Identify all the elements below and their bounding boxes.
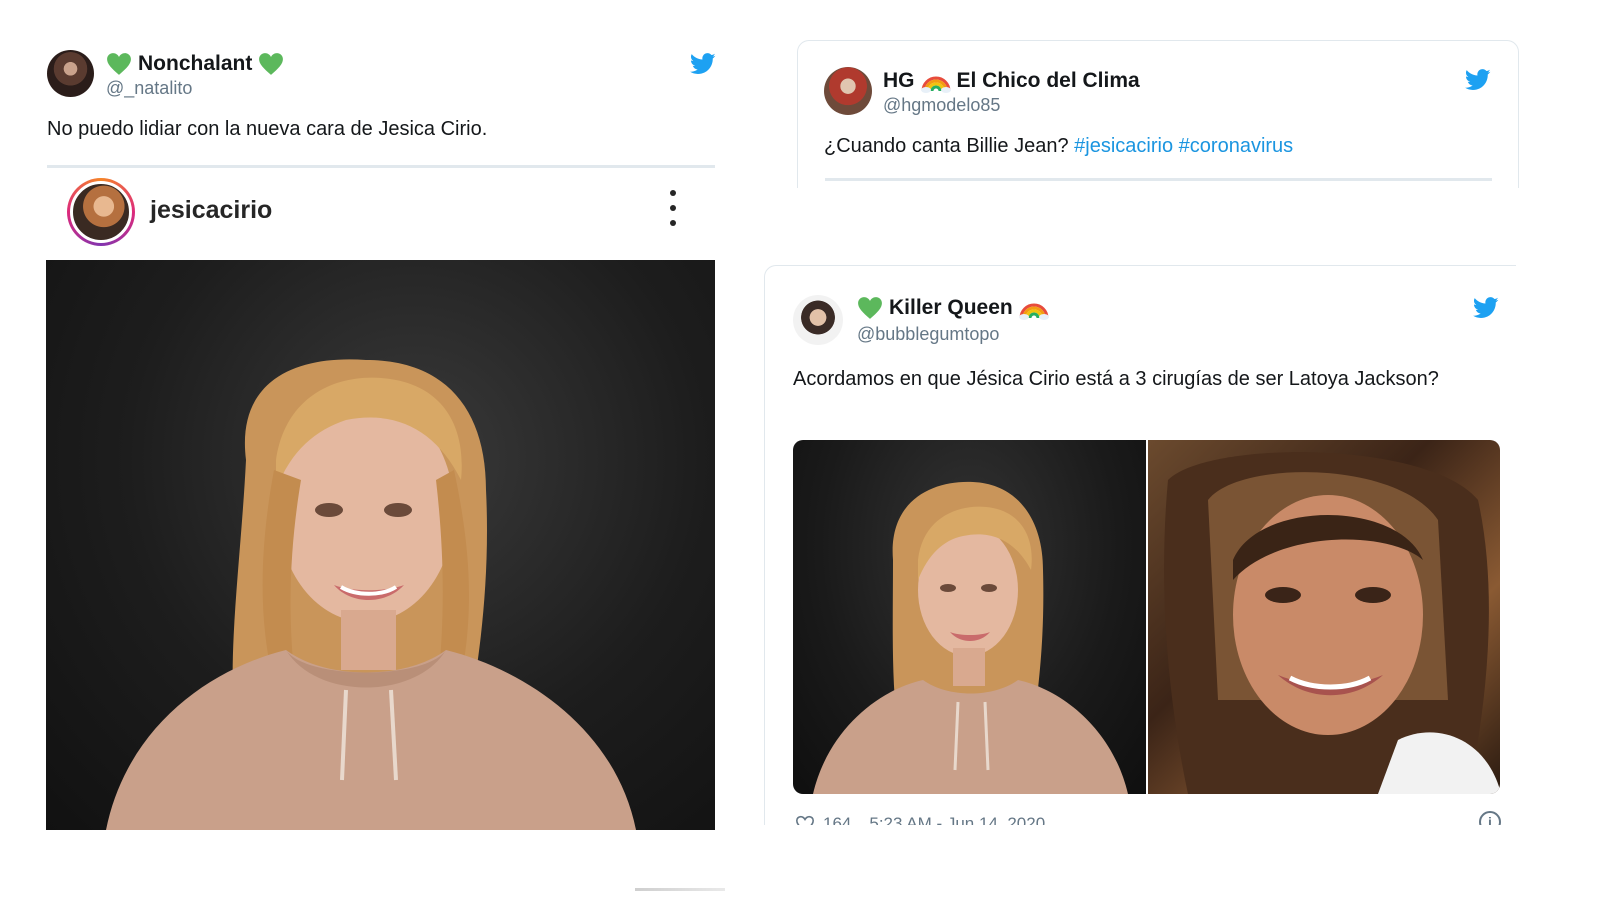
display-name: Killer Queen xyxy=(889,296,1013,319)
tweet-killer-queen: Killer Queen @bubblegumtopo Acordamos en… xyxy=(764,265,1516,825)
user-handle[interactable]: @bubblegumtopo xyxy=(857,324,999,345)
display-name-line[interactable]: Killer Queen xyxy=(857,296,1049,320)
tweet-photo[interactable] xyxy=(793,440,1146,794)
hashtag-link[interactable]: #jesicacirio xyxy=(1074,135,1173,157)
image-fragment xyxy=(635,888,725,891)
tweet-timestamp[interactable]: 5:23 AM - Jun 14, 2020 xyxy=(869,814,1045,825)
like-heart-icon[interactable] xyxy=(795,815,815,825)
instagram-username[interactable]: jesicacirio xyxy=(150,196,272,225)
tweet-footer: 164 5:23 AM - Jun 14, 2020 i xyxy=(795,809,1501,825)
instagram-avatar[interactable] xyxy=(67,178,135,246)
divider xyxy=(47,165,715,168)
tweet-text: ¿Cuando canta Billie Jean? #jesicacirio … xyxy=(824,131,1504,162)
tweet-hg: HG El Chico del Clima @hgmodelo85 ¿Cuand… xyxy=(797,40,1519,188)
user-avatar[interactable] xyxy=(47,50,94,97)
display-name: Nonchalant xyxy=(138,52,253,75)
hashtag-link[interactable]: #coronavirus xyxy=(1179,135,1294,157)
like-count[interactable]: 164 xyxy=(823,814,851,825)
tweet-photo[interactable] xyxy=(1147,440,1500,794)
tweet-photo-grid xyxy=(793,440,1500,794)
embedded-photo[interactable] xyxy=(46,260,715,830)
instagram-post-header: jesicacirio xyxy=(47,170,715,258)
user-avatar[interactable] xyxy=(824,67,872,115)
display-name-prefix: HG xyxy=(883,69,915,92)
woman-portrait-illustration xyxy=(813,481,1128,794)
green-heart-emoji xyxy=(259,53,284,75)
tweet-text-main: ¿Cuando canta Billie Jean? xyxy=(824,135,1069,157)
user-handle[interactable]: @_natalito xyxy=(106,78,192,99)
green-heart-emoji xyxy=(858,297,882,319)
tweet-text: No puedo lidiar con la nueva cara de Jes… xyxy=(47,118,488,140)
info-icon[interactable]: i xyxy=(1479,811,1501,825)
twitter-bird-icon[interactable] xyxy=(690,53,716,75)
divider xyxy=(825,178,1492,181)
woman-portrait-illustration xyxy=(106,359,636,830)
rainbow-emoji xyxy=(920,76,951,93)
green-heart-emoji xyxy=(107,53,131,75)
display-name: El Chico del Clima xyxy=(956,69,1140,92)
twitter-bird-icon[interactable] xyxy=(1473,297,1499,319)
user-avatar[interactable] xyxy=(793,295,843,345)
tweet-nonchalant: Nonchalant @_natalito No puedo lidiar co… xyxy=(40,40,740,860)
rainbow-emoji xyxy=(1018,303,1049,320)
display-name-line[interactable]: HG El Chico del Clima xyxy=(883,69,1140,93)
tweet-text: Acordamos en que Jésica Cirio está a 3 c… xyxy=(793,368,1439,390)
more-vertical-icon[interactable] xyxy=(667,190,679,226)
display-name-line[interactable]: Nonchalant xyxy=(106,52,284,76)
woman-portrait-illustration xyxy=(1163,452,1500,794)
user-handle[interactable]: @hgmodelo85 xyxy=(883,95,1000,116)
twitter-bird-icon[interactable] xyxy=(1465,69,1491,91)
